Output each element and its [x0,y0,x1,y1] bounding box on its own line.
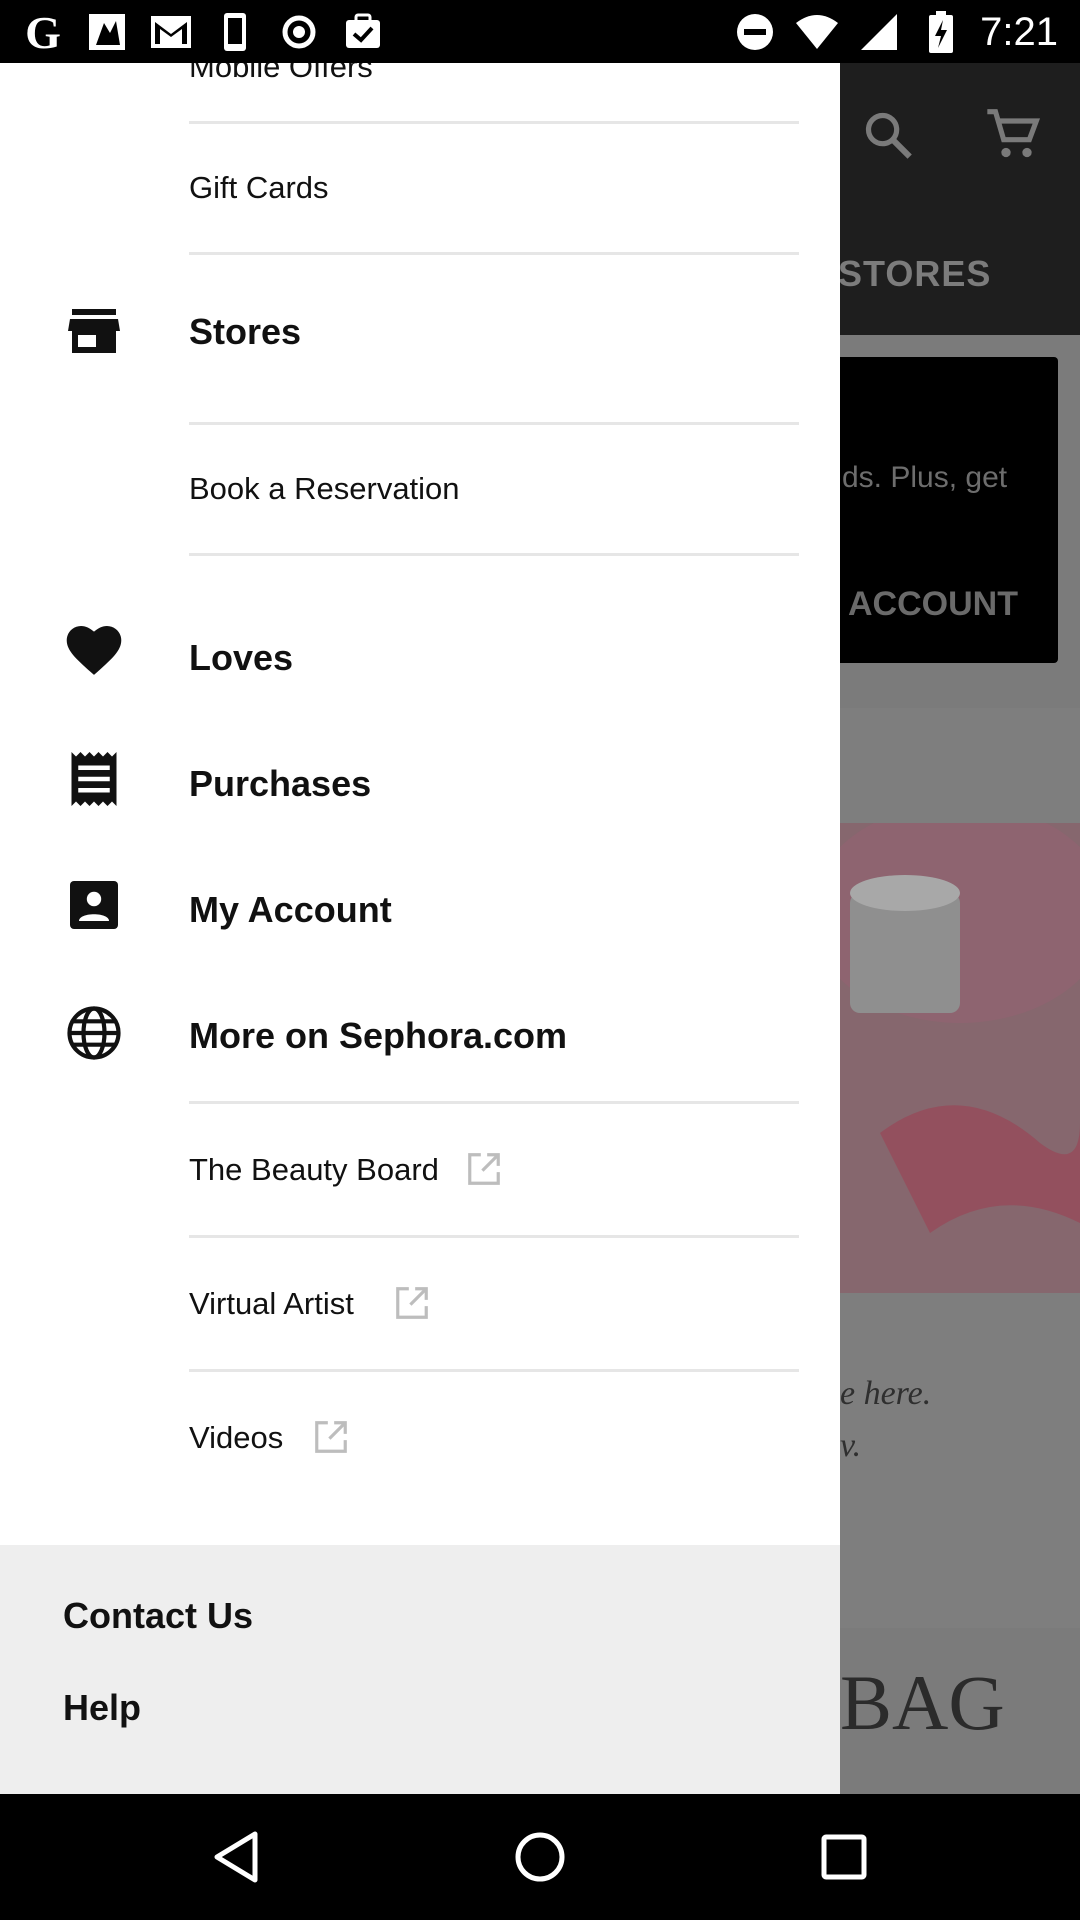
external-link-icon [465,1150,503,1188]
external-link-icon [393,1284,431,1322]
status-time: 7:21 [980,9,1058,54]
record-icon [276,9,322,55]
drawer-item-purchases[interactable]: Purchases [0,729,840,839]
drawer-item-mobile-offers[interactable]: Mobile Offers [0,63,840,123]
signal-icon [856,9,902,55]
cart-icon [985,107,1041,168]
background-card-button: ACCOUNT [848,585,1018,623]
background-tab-stores: STORES [838,253,992,294]
back-icon[interactable] [206,1827,266,1887]
contact-us-link[interactable]: Contact Us [63,1595,253,1637]
drawer-item-more-on-sephora[interactable]: More on Sephora.com [0,981,840,1091]
google-icon: G [25,6,61,58]
system-navigation-bar [0,1794,1080,1920]
divider [189,553,799,556]
gmail-icon [148,9,194,55]
phone-icon [212,9,258,55]
drawer-item-videos[interactable]: Videos [0,1372,840,1503]
account-box-icon [66,877,122,933]
battery-charging-icon [918,9,964,55]
drawer-item-beauty-board[interactable]: The Beauty Board [0,1104,840,1235]
background-promo-line: v. [840,1427,862,1464]
status-bar: G 7:21 [0,0,1080,63]
drawer-item-label: Loves [189,637,294,678]
drawer-item-label: Virtual Artist [189,1286,354,1321]
photo-notification-icon [84,9,130,55]
recents-icon[interactable] [814,1827,874,1887]
background-product-image [810,803,1080,1293]
drawer-item-gift-cards[interactable]: Gift Cards [0,124,840,252]
background-promo-line: e here. [840,1375,932,1412]
drawer-item-stores[interactable]: Stores [0,255,840,405]
drawer-item-my-account[interactable]: My Account [0,855,840,965]
background-promo-text: e here. v. [840,1368,931,1472]
drawer-item-label: Stores [189,311,302,352]
drawer-item-label: My Account [189,889,392,930]
store-icon [66,303,122,359]
background-bag-text: BAG [840,1659,1005,1746]
globe-icon [66,1005,122,1061]
drawer-item-virtual-artist[interactable]: Virtual Artist [0,1238,840,1369]
drawer-item-label: More on Sephora.com [189,1015,568,1056]
receipt-icon [66,751,122,807]
drawer-item-label: Videos [189,1420,284,1455]
drawer-item-label: Book a Reservation [189,471,460,506]
navigation-drawer: Mobile Offers Gift Cards Stores Book a R… [0,63,840,1794]
drawer-item-label: Mobile Offers [189,63,373,84]
background-card-text: ds. Plus, get [842,461,1008,494]
drawer-item-label: Purchases [189,763,372,804]
help-link[interactable]: Help [63,1687,141,1729]
drawer-item-loves[interactable]: Loves [0,603,840,713]
do-not-disturb-icon [732,9,778,55]
external-link-icon [312,1418,350,1456]
heart-icon [66,623,122,679]
wifi-icon [794,9,840,55]
drawer-footer: Contact Us Help [0,1545,840,1794]
drawer-item-book-reservation[interactable]: Book a Reservation [0,425,840,553]
task-icon [340,9,386,55]
drawer-item-label: Gift Cards [189,170,329,205]
home-icon[interactable] [510,1827,570,1887]
search-icon [862,109,914,166]
drawer-item-label: The Beauty Board [189,1152,439,1187]
